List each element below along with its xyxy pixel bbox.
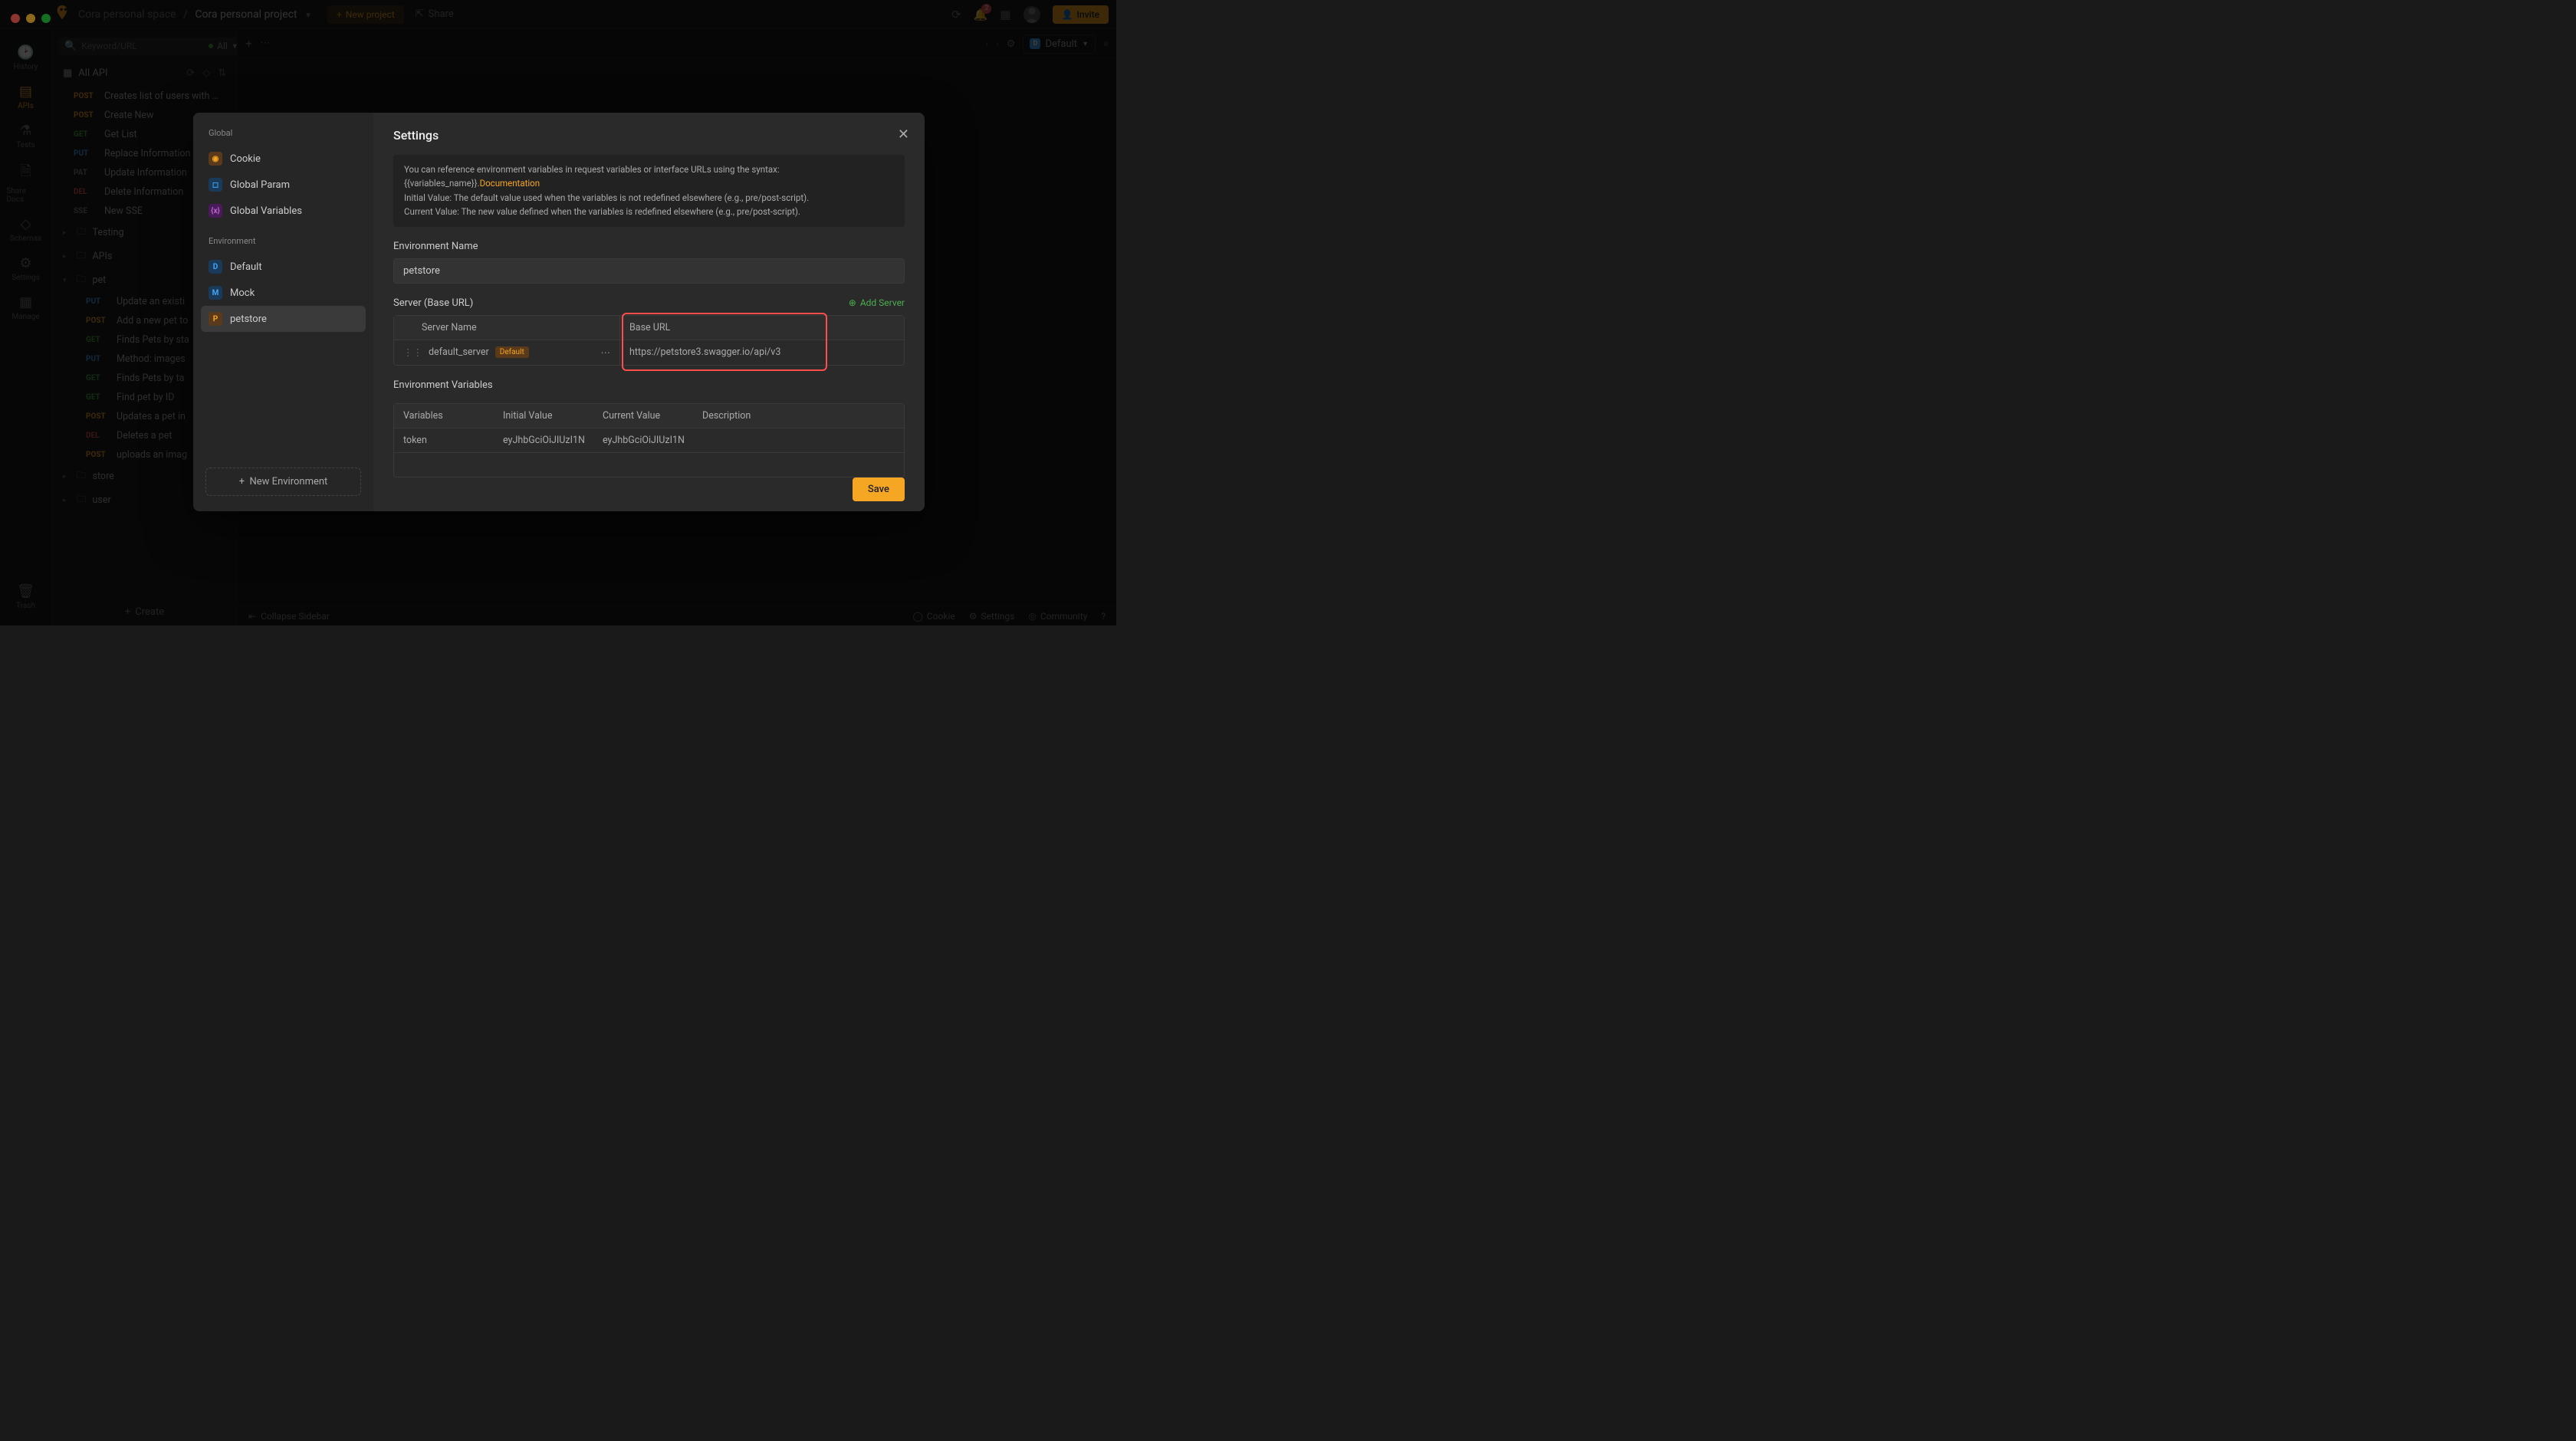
add-server-button[interactable]: ⊕Add Server bbox=[849, 297, 905, 308]
documentation-link[interactable]: Documentation bbox=[480, 178, 540, 189]
vars-empty-row[interactable] bbox=[394, 452, 904, 477]
modal-env-default[interactable]: DDefault bbox=[201, 254, 366, 280]
env-vars-label: Environment Variables bbox=[393, 379, 905, 391]
env-d-icon: D bbox=[209, 260, 222, 274]
modal-sidebar: Global ◉Cookie ◻Global Param {x}Global V… bbox=[193, 113, 373, 511]
server-label: Server (Base URL) bbox=[393, 297, 473, 309]
modal-item-global-vars[interactable]: {x}Global Variables bbox=[201, 198, 366, 224]
env-p-icon: P bbox=[209, 312, 222, 326]
window-controls bbox=[11, 14, 51, 23]
modal-env-petstore[interactable]: Ppetstore bbox=[201, 306, 366, 332]
more-icon[interactable]: ⋯ bbox=[601, 346, 611, 359]
server-table: Server Name Base URL ⋮⋮ default_server D… bbox=[393, 315, 905, 366]
modal-content: Settings ✕ You can reference environment… bbox=[373, 113, 925, 511]
plus-circle-icon: ⊕ bbox=[849, 297, 856, 308]
var-icon: {x} bbox=[209, 204, 222, 218]
param-icon: ◻ bbox=[209, 178, 222, 192]
modal-item-cookie[interactable]: ◉Cookie bbox=[201, 146, 366, 172]
server-name-header: Server Name bbox=[394, 316, 620, 340]
vars-row[interactable]: token eyJhbGciOiJIUzI1N eyJhbGciOiJIUzI1… bbox=[394, 428, 904, 452]
cookie-icon: ◉ bbox=[209, 152, 222, 166]
drag-handle-icon[interactable]: ⋮⋮ bbox=[403, 346, 422, 359]
var-name-cell[interactable]: token bbox=[394, 428, 494, 452]
settings-modal: Global ◉Cookie ◻Global Param {x}Global V… bbox=[193, 113, 925, 511]
base-url-cell[interactable]: https://petstore3.swagger.io/api/v3 bbox=[620, 340, 904, 365]
save-button[interactable]: Save bbox=[853, 478, 905, 501]
vars-header-current: Current Value bbox=[593, 404, 693, 428]
modal-env-mock[interactable]: MMock bbox=[201, 280, 366, 306]
maximize-window[interactable] bbox=[41, 14, 51, 23]
info-box: You can reference environment variables … bbox=[393, 155, 905, 227]
var-current-cell[interactable]: eyJhbGciOiJIUzI1N bbox=[593, 428, 693, 452]
vars-table: Variables Initial Value Current Value De… bbox=[393, 403, 905, 478]
new-environment-button[interactable]: + New Environment bbox=[205, 468, 361, 496]
env-name-label: Environment Name bbox=[393, 241, 905, 252]
vars-header-desc: Description bbox=[693, 404, 904, 428]
minimize-window[interactable] bbox=[26, 14, 35, 23]
close-window[interactable] bbox=[11, 14, 20, 23]
env-m-icon: M bbox=[209, 286, 222, 300]
default-tag: Default bbox=[495, 346, 529, 358]
var-initial-cell[interactable]: eyJhbGciOiJIUzI1N bbox=[494, 428, 593, 452]
global-heading: Global bbox=[201, 123, 366, 146]
env-heading: Environment bbox=[201, 231, 366, 254]
close-icon[interactable]: ✕ bbox=[898, 126, 909, 143]
vars-header-variables: Variables bbox=[394, 404, 494, 428]
server-name-cell[interactable]: ⋮⋮ default_server Default ⋯ bbox=[394, 340, 620, 365]
var-desc-cell[interactable] bbox=[693, 428, 904, 452]
modal-item-global-param[interactable]: ◻Global Param bbox=[201, 172, 366, 198]
modal-title: Settings bbox=[393, 128, 905, 143]
env-name-input[interactable] bbox=[393, 258, 905, 284]
vars-header-initial: Initial Value bbox=[494, 404, 593, 428]
base-url-header: Base URL bbox=[620, 316, 904, 340]
